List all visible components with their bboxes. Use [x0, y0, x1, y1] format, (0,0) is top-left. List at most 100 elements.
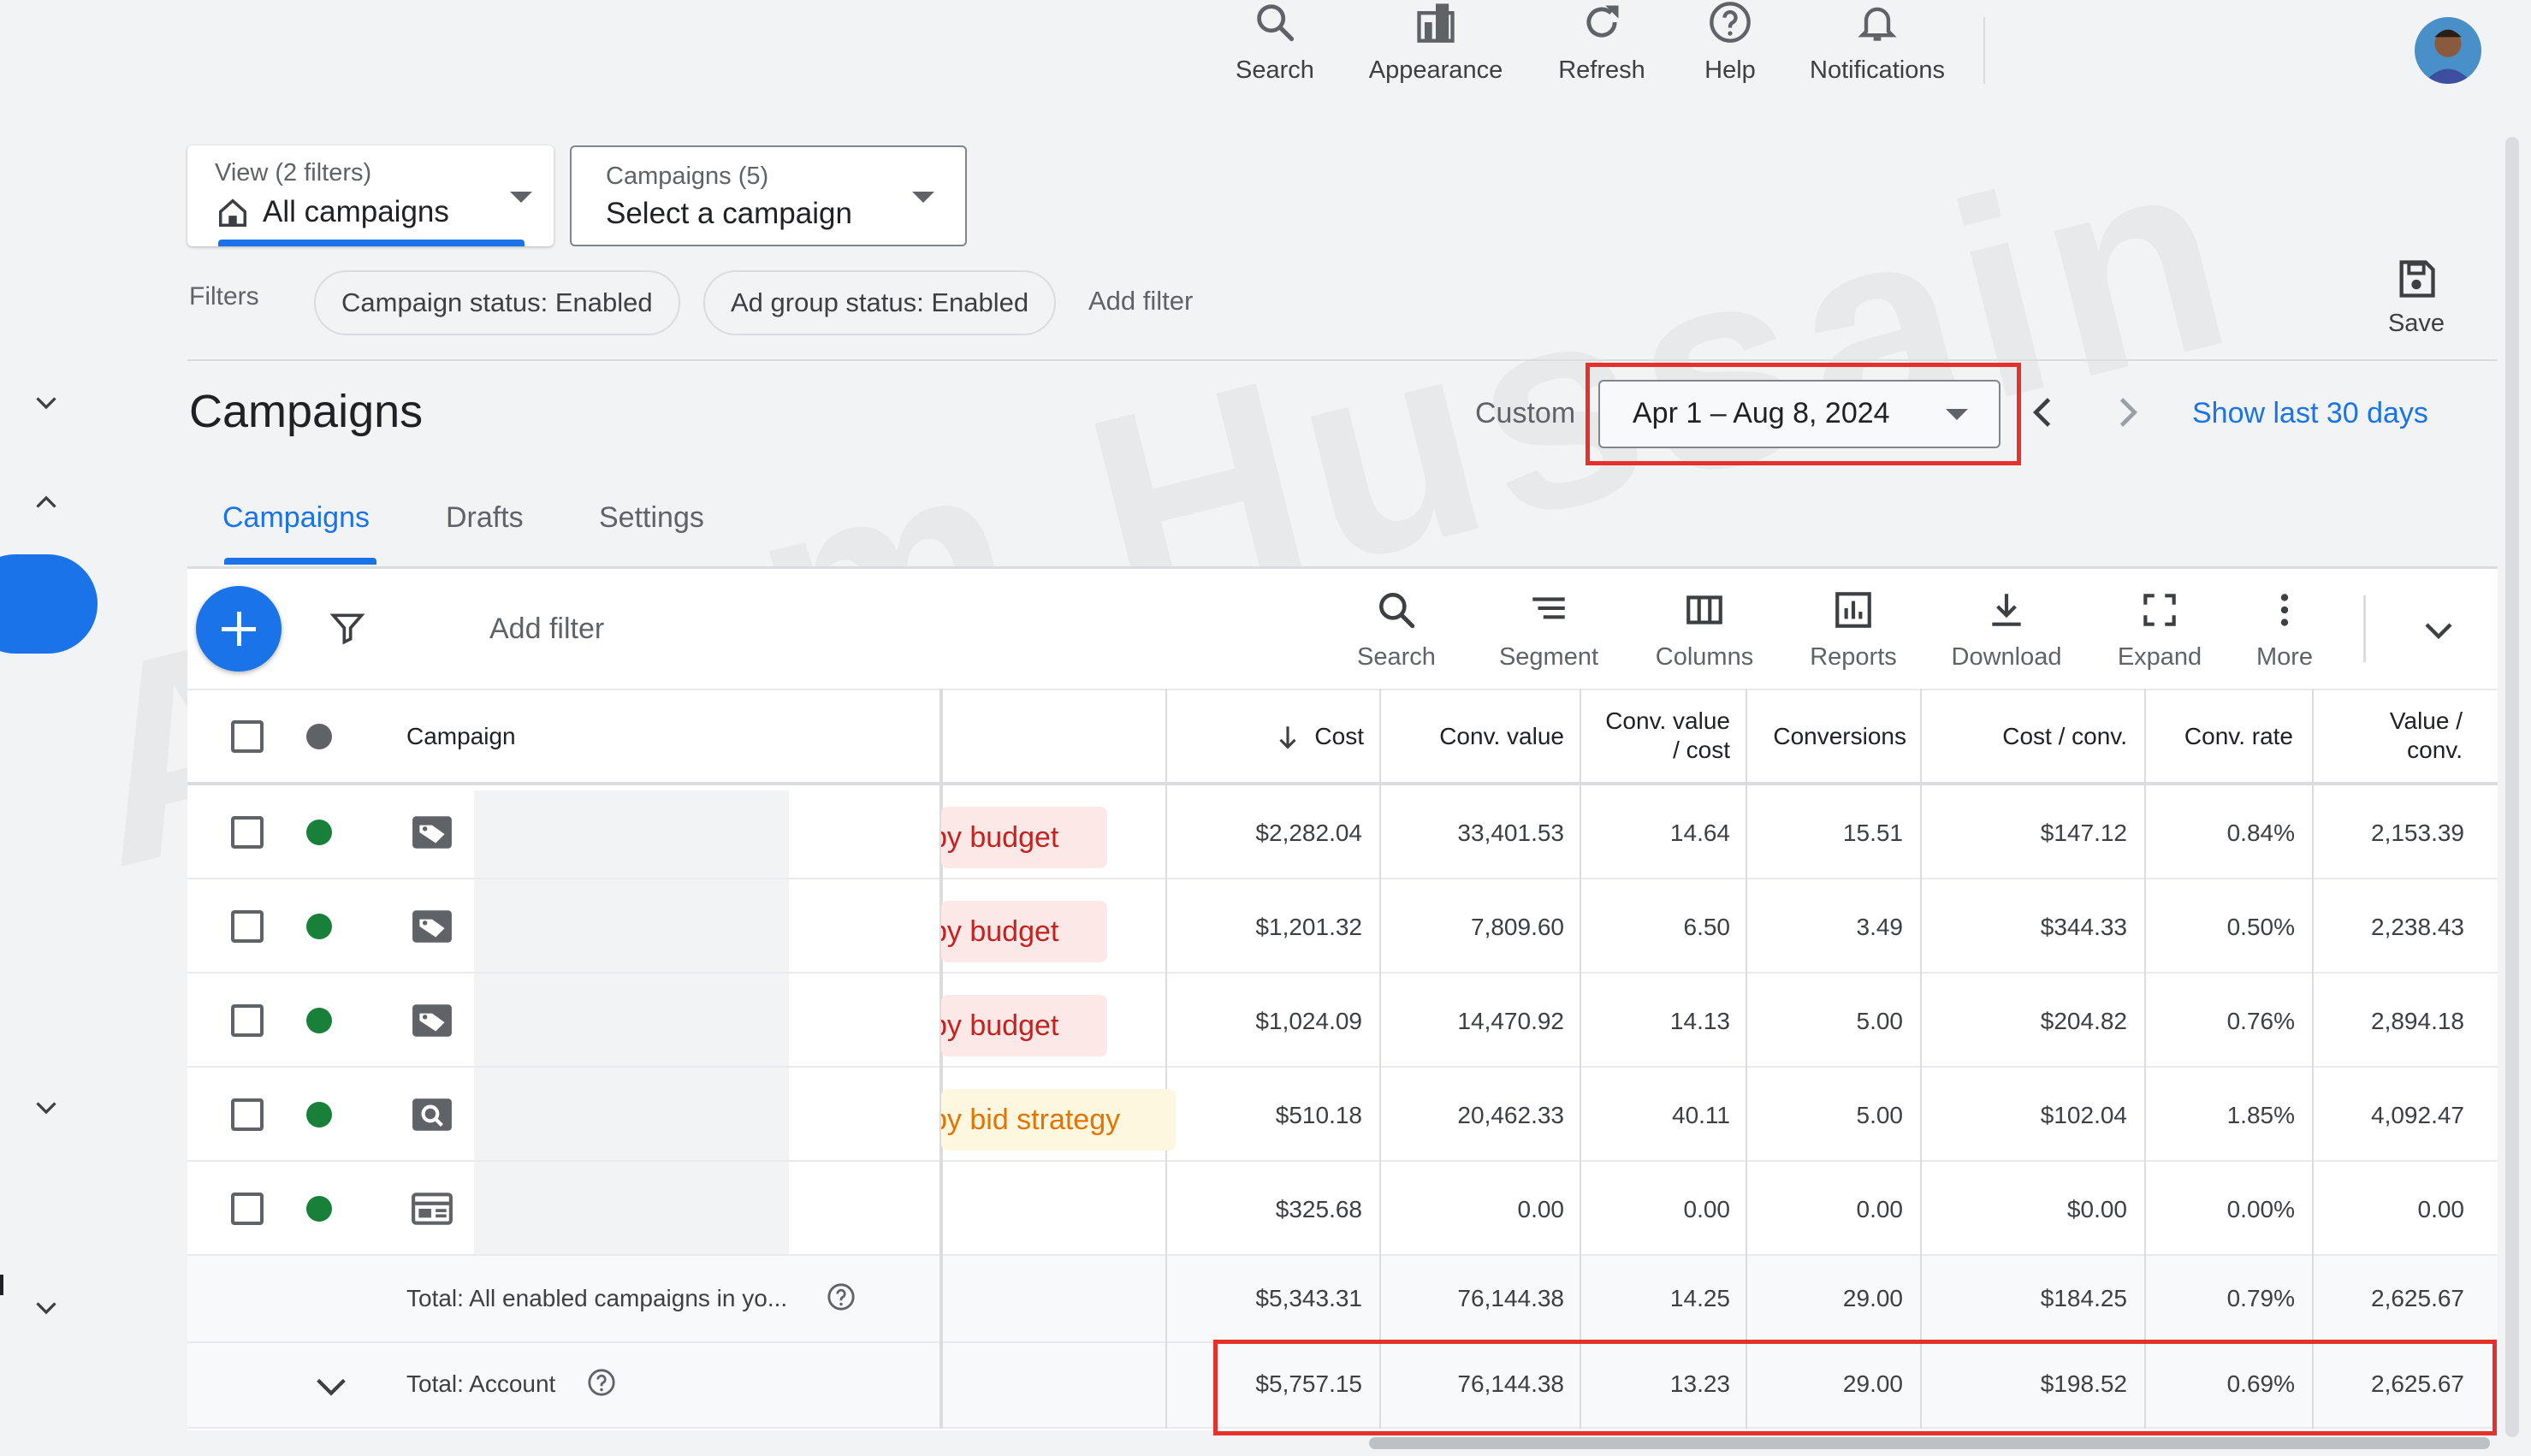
column-header-cost[interactable]: Cost [1314, 722, 1364, 751]
appearance-icon [1417, 3, 1455, 43]
cell-conv-rate: 0.50% [2226, 914, 2295, 940]
status-text: by budget [941, 1009, 1059, 1042]
tab-settings[interactable]: Settings [599, 501, 704, 535]
previous-period-chevron-icon[interactable] [2021, 390, 2066, 435]
column-header-conversions[interactable]: Conversions [1773, 722, 1906, 751]
header-notifications-button[interactable]: Notifications [1800, 0, 1954, 94]
enabled-status-dot [306, 914, 332, 939]
toolbar-collapse-chevron-icon[interactable] [2418, 609, 2459, 650]
redacted-campaign-names [474, 790, 789, 1256]
campaign-selector[interactable]: Campaigns (5) Select a campaign [570, 145, 967, 246]
column-header-cost-conv[interactable]: Cost / conv. [2002, 722, 2127, 751]
cell-conv-value-cost: 40.11 [1672, 1102, 1730, 1128]
rail-collapse-chevron-icon[interactable] [31, 488, 62, 518]
filter-chip-ad-group-status[interactable]: Ad group status: Enabled [703, 270, 1057, 335]
enabled-status-dot [306, 1008, 332, 1033]
add-filter-link[interactable]: Add filter [1088, 286, 1193, 317]
cell-conv-value: 0.00 [1517, 1196, 1565, 1222]
save-button[interactable]: Save [2372, 257, 2461, 351]
enabled-status-dot [306, 820, 332, 845]
campaign-selector-caption: Campaigns (5) [606, 163, 769, 190]
cell-conv-value: 7,809.60 [1471, 914, 1564, 940]
column-header-campaign[interactable]: Campaign [406, 722, 516, 751]
help-circle-icon[interactable] [587, 1368, 616, 1397]
select-all-checkbox[interactable] [231, 720, 264, 753]
column-divider [1746, 689, 1747, 1429]
total-conv-rate: 0.79% [2226, 1285, 2295, 1311]
filter-chip-campaign-status[interactable]: Campaign status: Enabled [314, 270, 680, 335]
header-appearance-button[interactable]: Appearance [1359, 0, 1513, 94]
add-campaign-button[interactable] [196, 586, 282, 672]
filter-funnel-icon[interactable] [329, 607, 366, 648]
search-icon [1379, 593, 1415, 629]
vertical-scrollbar[interactable] [2505, 137, 2519, 1437]
search-icon [1257, 4, 1295, 42]
column-header-conv-value-cost[interactable]: Conv. value / cost [1605, 707, 1730, 765]
date-custom-label: Custom [1475, 397, 1576, 429]
column-divider [1920, 689, 1922, 1429]
cell-value-conv: 2,153.39 [2371, 820, 2464, 846]
row-line [187, 878, 2498, 879]
avatar[interactable] [2415, 17, 2481, 84]
toolbar-columns-button[interactable]: Columns [1646, 589, 1763, 683]
cell-conversions: 5.00 [1856, 1102, 1904, 1128]
status-text: by budget [941, 820, 1059, 854]
column-header-value-conv[interactable]: Value / conv. [2390, 707, 2463, 765]
status-chip[interactable]: by budget [941, 901, 1107, 962]
enabled-status-dot [306, 1196, 332, 1222]
status-column-icon [306, 724, 332, 749]
header-search-button[interactable]: Search [1198, 0, 1352, 94]
column-header-conv-rate[interactable]: Conv. rate [2184, 722, 2293, 751]
cell-cost: $325.68 [1275, 1196, 1362, 1222]
toolbar-more-button[interactable]: More [2245, 589, 2324, 683]
expand-account-chevron-icon[interactable] [311, 1367, 351, 1406]
expand-icon [2143, 594, 2176, 626]
toolbar-download-button[interactable]: Download [1942, 589, 2071, 683]
row-checkbox[interactable] [231, 910, 264, 943]
rail-expand-chevron-icon-2[interactable] [31, 1092, 62, 1122]
status-chip[interactable]: by budget [941, 995, 1107, 1056]
segment-icon [1532, 597, 1565, 619]
tab-campaigns[interactable]: Campaigns [222, 501, 370, 535]
view-selector[interactable]: View (2 filters) All campaigns [187, 145, 554, 246]
rail-expand-chevron-icon[interactable] [31, 387, 62, 417]
next-period-chevron-icon[interactable] [2105, 390, 2149, 435]
toolbar-add-filter[interactable]: Add filter [489, 613, 604, 646]
tab-drafts[interactable]: Drafts [446, 501, 524, 535]
dropdown-caret-icon [510, 192, 532, 203]
status-chip[interactable]: by bid strategy [941, 1089, 1176, 1151]
filters-divider [187, 359, 2498, 361]
horizontal-scrollbar[interactable] [1369, 1437, 2490, 1449]
filters-label: Filters [189, 282, 259, 311]
row-checkbox[interactable] [231, 816, 264, 849]
row-line [187, 1066, 2498, 1068]
cell-cost-conv: $204.82 [2040, 1008, 2127, 1034]
table-line [187, 689, 2498, 690]
toolbar-reports-button[interactable]: Reports [1800, 589, 1906, 683]
cell-value-conv: 2,894.18 [2371, 1008, 2464, 1034]
rail-expand-chevron-icon-3[interactable] [31, 1292, 62, 1323]
search-campaign-icon [412, 1098, 452, 1131]
toolbar-segment-button[interactable]: Segment [1491, 589, 1607, 683]
status-chip[interactable]: by budget [941, 807, 1107, 868]
cell-conv-rate: 0.00% [2226, 1196, 2295, 1222]
row-line [187, 1254, 2498, 1256]
home-icon [219, 198, 246, 227]
total-value-conv: 2,625.67 [2371, 1285, 2464, 1311]
row-checkbox[interactable] [231, 1098, 264, 1131]
download-icon [1992, 594, 2021, 626]
more-vert-icon [2280, 594, 2289, 626]
row-checkbox[interactable] [231, 1193, 264, 1225]
cell-conv-value-cost: 0.00 [1683, 1196, 1731, 1222]
row-checkbox[interactable] [231, 1004, 264, 1037]
column-header-conv-value[interactable]: Conv. value [1439, 722, 1564, 751]
toolbar-expand-button[interactable]: Expand [2110, 589, 2209, 683]
toolbar-search-button[interactable]: Search [1354, 589, 1439, 683]
toolbar-download-label: Download [1951, 643, 2062, 671]
cell-cost-conv: $0.00 [2066, 1196, 2127, 1222]
show-last-30-days-link[interactable]: Show last 30 days [2192, 397, 2428, 430]
help-circle-icon[interactable] [827, 1282, 856, 1311]
header-help-button[interactable]: Help [1653, 0, 1807, 94]
rail-active-item[interactable] [0, 554, 98, 654]
cell-cost-conv: $147.12 [2040, 820, 2127, 846]
